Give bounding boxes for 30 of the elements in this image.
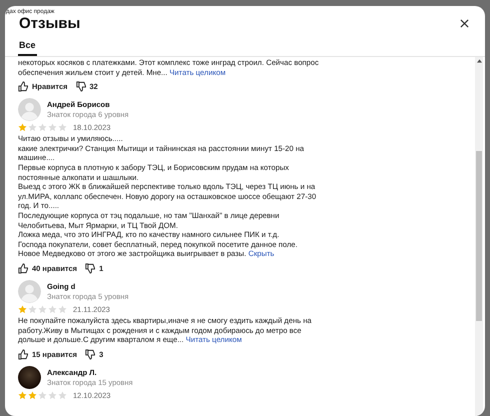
star-icon — [18, 123, 27, 132]
avatar-photo-placeholder — [18, 366, 41, 389]
star-icon — [38, 123, 47, 132]
star-icon — [18, 390, 27, 400]
star-icon — [28, 123, 37, 132]
thumbs-down-icon[interactable] — [85, 348, 96, 360]
star-icon — [38, 304, 47, 314]
star-icon — [38, 390, 47, 400]
avatar-silhouette-icon — [18, 280, 41, 303]
dialog-title: Отзывы — [19, 14, 80, 32]
star-icon — [28, 304, 37, 314]
thumbs-up-icon[interactable] — [18, 81, 29, 92]
scrollbar[interactable] — [475, 57, 483, 416]
star-icon — [48, 390, 57, 400]
star-icon — [18, 304, 27, 314]
thumbs-up-icon[interactable] — [18, 348, 29, 360]
star-icon — [58, 304, 67, 314]
avatar-silhouette-icon — [18, 98, 41, 122]
scrollbar-thumb[interactable] — [476, 151, 482, 321]
scroll-up-icon[interactable] — [476, 59, 482, 63]
star-icon — [58, 390, 67, 400]
star-icon — [48, 123, 57, 132]
star-icon — [28, 390, 37, 400]
close-icon[interactable] — [460, 18, 469, 28]
star-icon — [48, 304, 57, 314]
tab[interactable]: Все — [18, 37, 37, 56]
thumbs-up-icon[interactable] — [18, 262, 29, 274]
star-icon — [58, 123, 67, 132]
thumbs-down-icon[interactable] — [76, 81, 87, 92]
thumbs-down-icon[interactable] — [85, 262, 96, 274]
